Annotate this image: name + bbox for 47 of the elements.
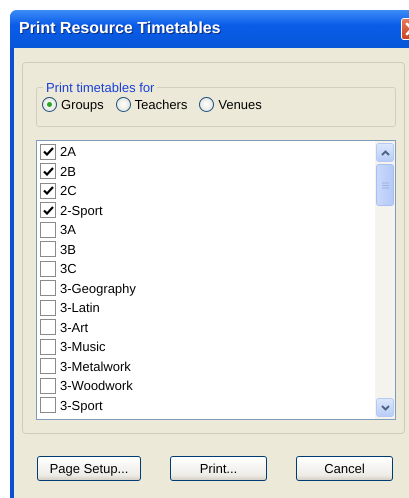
radio-option[interactable]: Venues [199,97,262,112]
list-item-label[interactable]: 3-Geography [60,280,136,296]
group-legend: Print timetables for [43,80,158,95]
scroll-up-button[interactable] [376,143,394,162]
list-item-label[interactable]: 2A [60,144,76,160]
radio-label: Venues [218,97,262,112]
list-item-label[interactable]: 3C [60,261,77,276]
dialog-button[interactable]: Page Setup... [37,456,141,481]
radio-label: Groups [61,97,104,112]
list-item-label[interactable]: 3-Art [60,320,88,335]
radio-option[interactable]: Groups [42,97,104,112]
list-item-label[interactable]: 3-Latin [60,300,100,316]
scrollbar[interactable] [375,141,395,419]
list-item-label[interactable]: 3-Woodwork [60,378,133,394]
checkbox[interactable] [40,202,56,218]
scroll-thumb[interactable] [376,164,394,206]
dialog-button[interactable]: Cancel [296,456,393,481]
checkbox[interactable] [40,280,56,296]
window-title: Print Resource Timetables [19,20,221,38]
radio-option[interactable]: Teachers [116,97,188,112]
list-item-label[interactable]: 2-Sport [60,202,103,218]
list-item-label[interactable]: 3B [60,242,76,257]
list-item-label[interactable]: 3-Sport [60,398,103,413]
checkbox[interactable] [40,378,56,394]
checkbox[interactable] [40,260,56,277]
checkbox[interactable] [40,397,56,414]
list-item-label[interactable]: 3A [60,222,76,238]
grip-icon [382,182,388,188]
radio-button[interactable] [199,97,214,112]
checkbox[interactable] [40,319,56,336]
list-item-label[interactable]: 2C [60,183,77,198]
radio-button[interactable] [116,97,131,112]
checkbox[interactable] [40,338,56,355]
checkbox[interactable] [40,163,56,180]
checkbox[interactable] [40,241,56,258]
list-item-label[interactable]: 2B [60,164,76,179]
checkbox[interactable] [40,358,56,374]
list-item-label[interactable]: 3-Metalwork [60,358,131,374]
dialog-button[interactable]: Print... [170,456,267,481]
checkbox[interactable] [40,182,56,199]
scroll-down-button[interactable] [376,398,394,417]
radio-button[interactable] [42,97,57,112]
checkbox[interactable] [40,222,56,238]
radio-label: Teachers [134,97,188,112]
list-item-label[interactable]: 3-Music [60,339,106,354]
checkbox[interactable] [40,300,56,316]
checkbox[interactable] [40,144,56,160]
